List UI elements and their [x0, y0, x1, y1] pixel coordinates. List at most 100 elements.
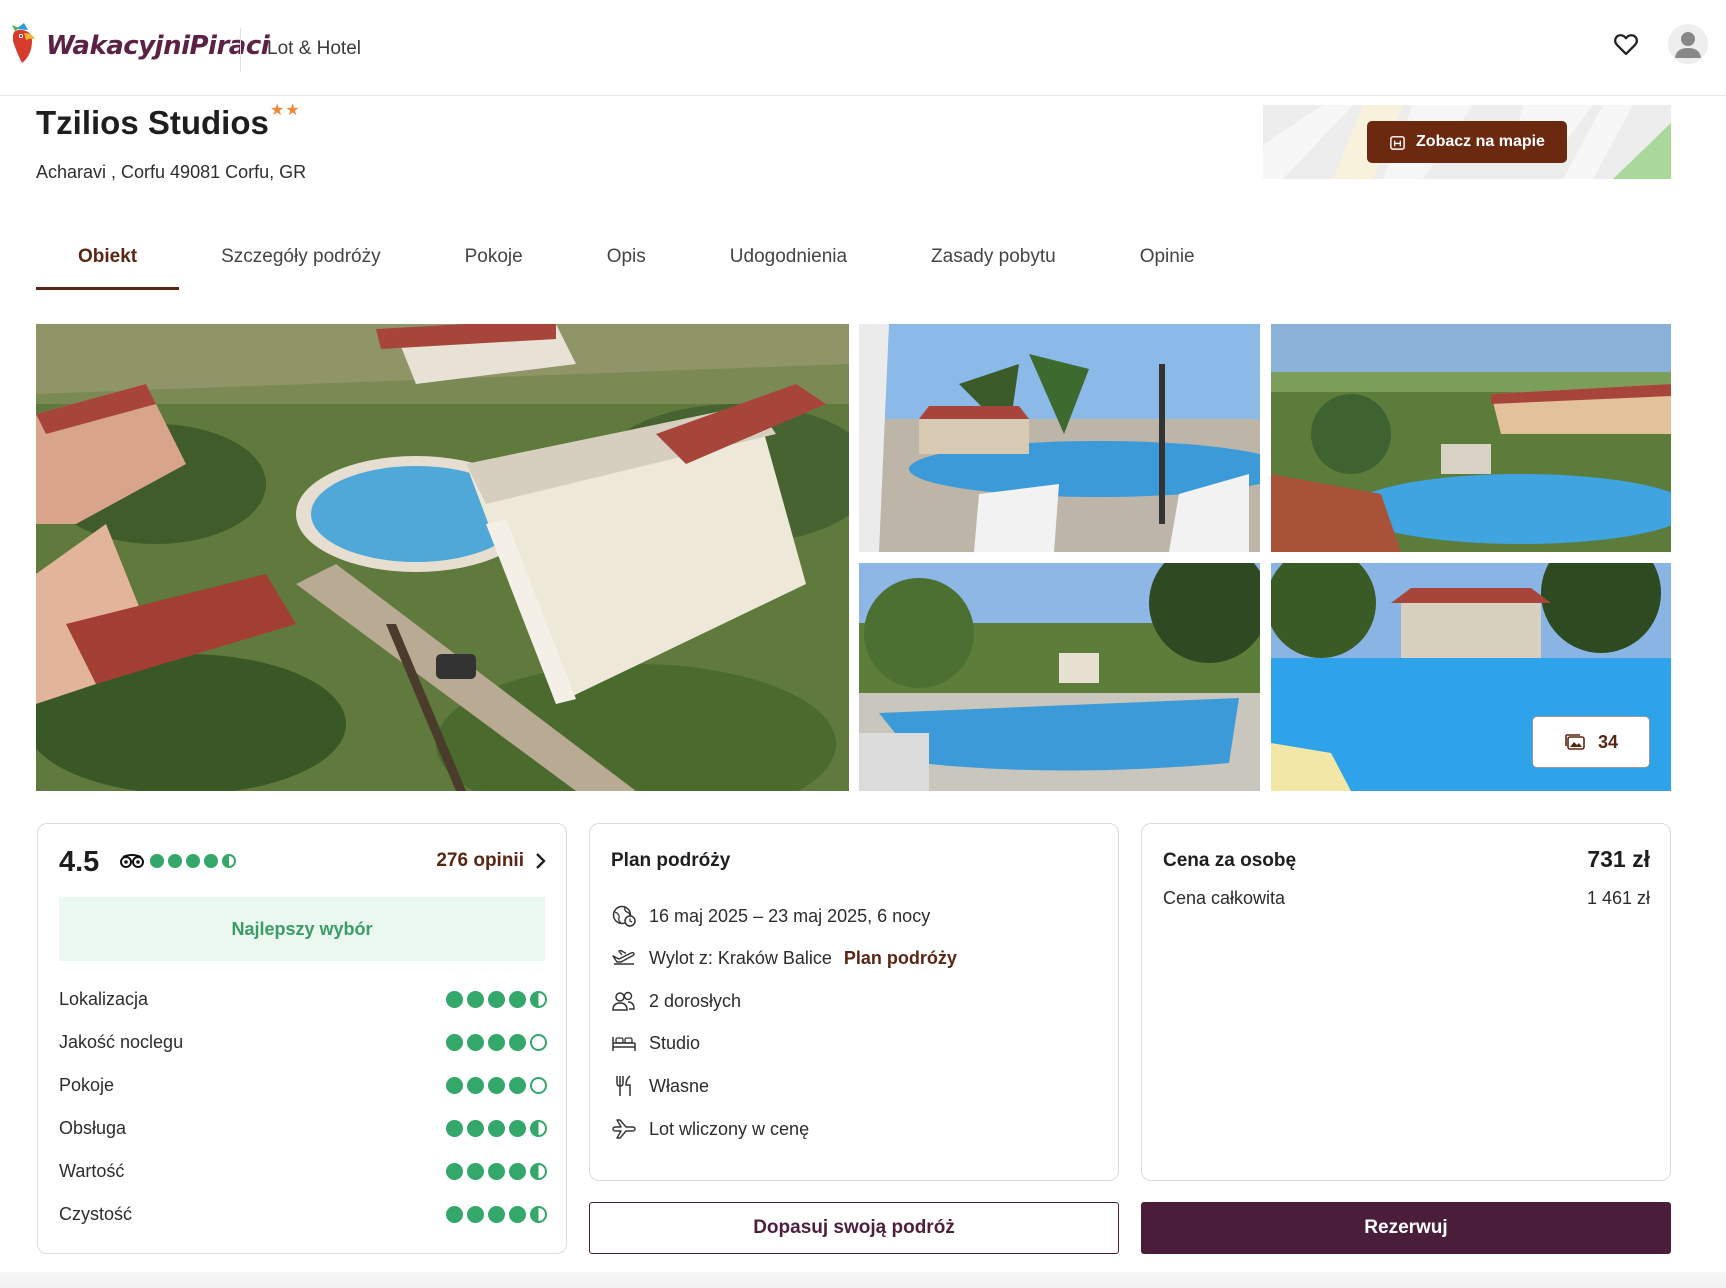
rating-dot: [204, 854, 218, 868]
rating-dot: [488, 1162, 505, 1180]
heart-icon[interactable]: [1612, 30, 1640, 58]
tab-opinie[interactable]: Opinie: [1098, 238, 1237, 290]
trip-plan-link[interactable]: Plan podróży: [844, 948, 957, 969]
sub-rating-dots: [446, 1205, 547, 1223]
aerial-hotel-photo: [36, 324, 849, 791]
rating-dot: [186, 854, 200, 868]
tab-udogodnienia[interactable]: Udogodnienia: [688, 238, 889, 290]
rating-dot: [446, 1205, 463, 1223]
rating-dot: [509, 990, 526, 1008]
best-choice-badge: Najlepszy wybór: [59, 897, 545, 961]
rating-score: 4.5: [59, 846, 100, 878]
tab-opis[interactable]: Opis: [565, 238, 688, 290]
plane-icon: [612, 1119, 636, 1139]
see-on-map-button[interactable]: Zobacz na mapie: [1367, 121, 1567, 163]
tab-zasady-pobytu[interactable]: Zasady pobytu: [889, 238, 1098, 290]
chevron-right-icon: [536, 853, 546, 869]
sub-rating-label: Wartość: [59, 1160, 125, 1181]
sub-rating-label: Czystość: [59, 1203, 133, 1224]
users-icon: [612, 991, 635, 1011]
rating-dot: [150, 854, 164, 868]
departure-airport: Wylot z: Kraków Balice: [649, 947, 832, 968]
reviews-link[interactable]: 276 opinii: [436, 850, 546, 872]
section-tabs: Obiekt Szczegóły podróży Pokoje Opis Udo…: [36, 238, 1237, 294]
rating-dot: [530, 1162, 547, 1180]
avatar[interactable]: [1668, 24, 1708, 64]
rating-dot: [467, 1119, 484, 1137]
price-per-person: 731 zł: [1587, 846, 1650, 872]
sub-rating-row: Czystość: [59, 1200, 547, 1228]
user-icon: [1675, 32, 1701, 58]
gallery-thumb-pool-1[interactable]: [859, 324, 1260, 552]
board-type: Własne: [649, 1075, 710, 1096]
board-row: Własne: [611, 1073, 709, 1099]
cutlery-icon: [616, 1075, 631, 1096]
rating-dot: [530, 1033, 547, 1051]
travellers-row: 2 dorosłych: [611, 988, 741, 1014]
trip-plan-card: Plan podróży 16 maj 2025 – 23 maj 2025, …: [589, 823, 1119, 1181]
top-navigation-bar: WakacyjniPiraci Lot & Hotel: [0, 0, 1726, 96]
sub-rating-row: Pokoje: [59, 1071, 547, 1099]
customize-trip-button[interactable]: Dopasuj swoją podróż: [589, 1202, 1119, 1254]
sub-rating-dots: [446, 1119, 547, 1137]
rating-dot: [446, 1033, 463, 1051]
rating-dot: [446, 990, 463, 1008]
rating-dot: [530, 1205, 547, 1223]
sub-rating-row: Lokalizacja: [59, 985, 547, 1013]
book-button[interactable]: Rezerwuj: [1141, 1202, 1671, 1254]
rating-dot: [530, 990, 547, 1008]
rating-dot: [488, 990, 505, 1008]
rating-dot: [488, 1033, 505, 1051]
tab-szczegoly-podrozy[interactable]: Szczegóły podróży: [179, 238, 422, 290]
tab-pokoje[interactable]: Pokoje: [423, 238, 565, 290]
photo-count-value: 34: [1597, 731, 1619, 752]
sub-rating-label: Jakość noclegu: [59, 1031, 184, 1052]
travellers: 2 dorosłych: [649, 990, 742, 1011]
sub-rating-dots: [446, 1162, 547, 1180]
rating-dot: [509, 1033, 526, 1051]
rating-dot: [467, 1162, 484, 1180]
sub-rating-row: Jakość noclegu: [59, 1028, 547, 1056]
logo[interactable]: WakacyjniPiraci: [10, 16, 270, 76]
globe-clock-icon: [612, 905, 636, 927]
rating-dot: [446, 1119, 463, 1137]
sub-rating-dots: [446, 990, 547, 1008]
room-row: Studio: [611, 1030, 700, 1056]
rating-dot: [509, 1162, 526, 1180]
bed-icon: [612, 1037, 636, 1051]
rating-dot: [509, 1119, 526, 1137]
rating-dot: [446, 1076, 463, 1094]
sub-rating-row: Obsługa: [59, 1114, 547, 1142]
logo-text: WakacyjniPiraci: [46, 31, 270, 61]
trip-plan-title: Plan podróży: [611, 850, 731, 871]
sub-rating-label: Obsługa: [59, 1117, 127, 1138]
rating-dot: [530, 1076, 547, 1094]
hotel-address: Acharavi , Corfu 49081 Corfu, GR: [36, 162, 307, 182]
total-price: 1 461 zł: [1586, 888, 1650, 908]
price-card: Cena za osobę 731 zł Cena całkowita 1 46…: [1141, 823, 1671, 1181]
gallery-thumb-pool-3[interactable]: [859, 563, 1260, 791]
rating-dot: [446, 1162, 463, 1180]
trip-dates-row: 16 maj 2025 – 23 maj 2025, 6 nocy: [611, 903, 930, 929]
photo-count-button[interactable]: 34: [1532, 716, 1650, 768]
header-divider: [240, 28, 241, 72]
hotel-name: Tzilios Studios: [36, 104, 269, 141]
sub-rating-label: Lokalizacja: [59, 988, 149, 1009]
tab-obiekt[interactable]: Obiekt: [36, 238, 180, 290]
price-per-person-label: Cena za osobę: [1163, 850, 1297, 871]
rating-dot: [509, 1076, 526, 1094]
gallery-thumb-pool-2[interactable]: [1271, 324, 1671, 552]
map-building-icon: [1390, 135, 1405, 150]
parrot-logo-icon: [12, 23, 35, 63]
rating-dot: [467, 1076, 484, 1094]
plane-takeoff-icon: [612, 949, 635, 965]
rating-dot: [222, 854, 236, 868]
rating-card: 4.5 276 opinii Najlepszy wybór Lokalizac…: [37, 823, 567, 1254]
page-footer-edge: [0, 1272, 1726, 1288]
flight-included: Lot wliczony w cenę: [649, 1118, 810, 1139]
rating-dot: [488, 1076, 505, 1094]
tripadvisor-owl-icon: [120, 854, 144, 868]
gallery-main-photo[interactable]: [36, 324, 849, 791]
sub-rating-row: Wartość: [59, 1157, 547, 1185]
rating-dot: [488, 1119, 505, 1137]
